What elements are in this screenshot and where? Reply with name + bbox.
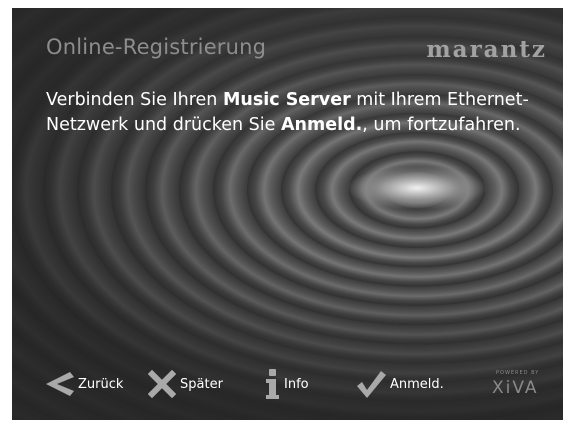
page-title: Online-Registrierung [46,35,267,59]
message-action-name: Anmeld. [280,115,363,135]
powered-by-text: POWERED BY [496,370,540,376]
later-button-label: Später [180,376,223,392]
x-icon [148,370,176,398]
message-text: , um fortzufahren. [362,115,521,135]
info-button-label: Info [284,376,309,392]
checkmark-icon [356,369,386,399]
chevron-left-icon [44,371,74,397]
button-bar: Zurück Später Info Anmeld. POWERED BY Xi… [12,364,563,404]
back-button-label: Zurück [78,376,124,392]
instruction-message: Verbinden Sie Ihren Music Server mit Ihr… [46,88,546,138]
message-text: Verbinden Sie Ihren [46,90,223,110]
later-button[interactable]: Später [148,364,223,404]
xiva-logo: POWERED BY XiVA [490,370,550,400]
registration-screen: Online-Registrierung marantz Verbinden S… [12,8,563,420]
message-device-name: Music Server [222,90,351,110]
marantz-logo: marantz [426,36,547,63]
back-button[interactable]: Zurück [44,364,123,404]
info-icon [264,368,280,400]
login-button-label: Anmeld. [390,376,444,392]
login-button[interactable]: Anmeld. [356,364,444,404]
xiva-brand-text: XiVA [492,378,539,398]
info-button[interactable]: Info [264,364,309,404]
